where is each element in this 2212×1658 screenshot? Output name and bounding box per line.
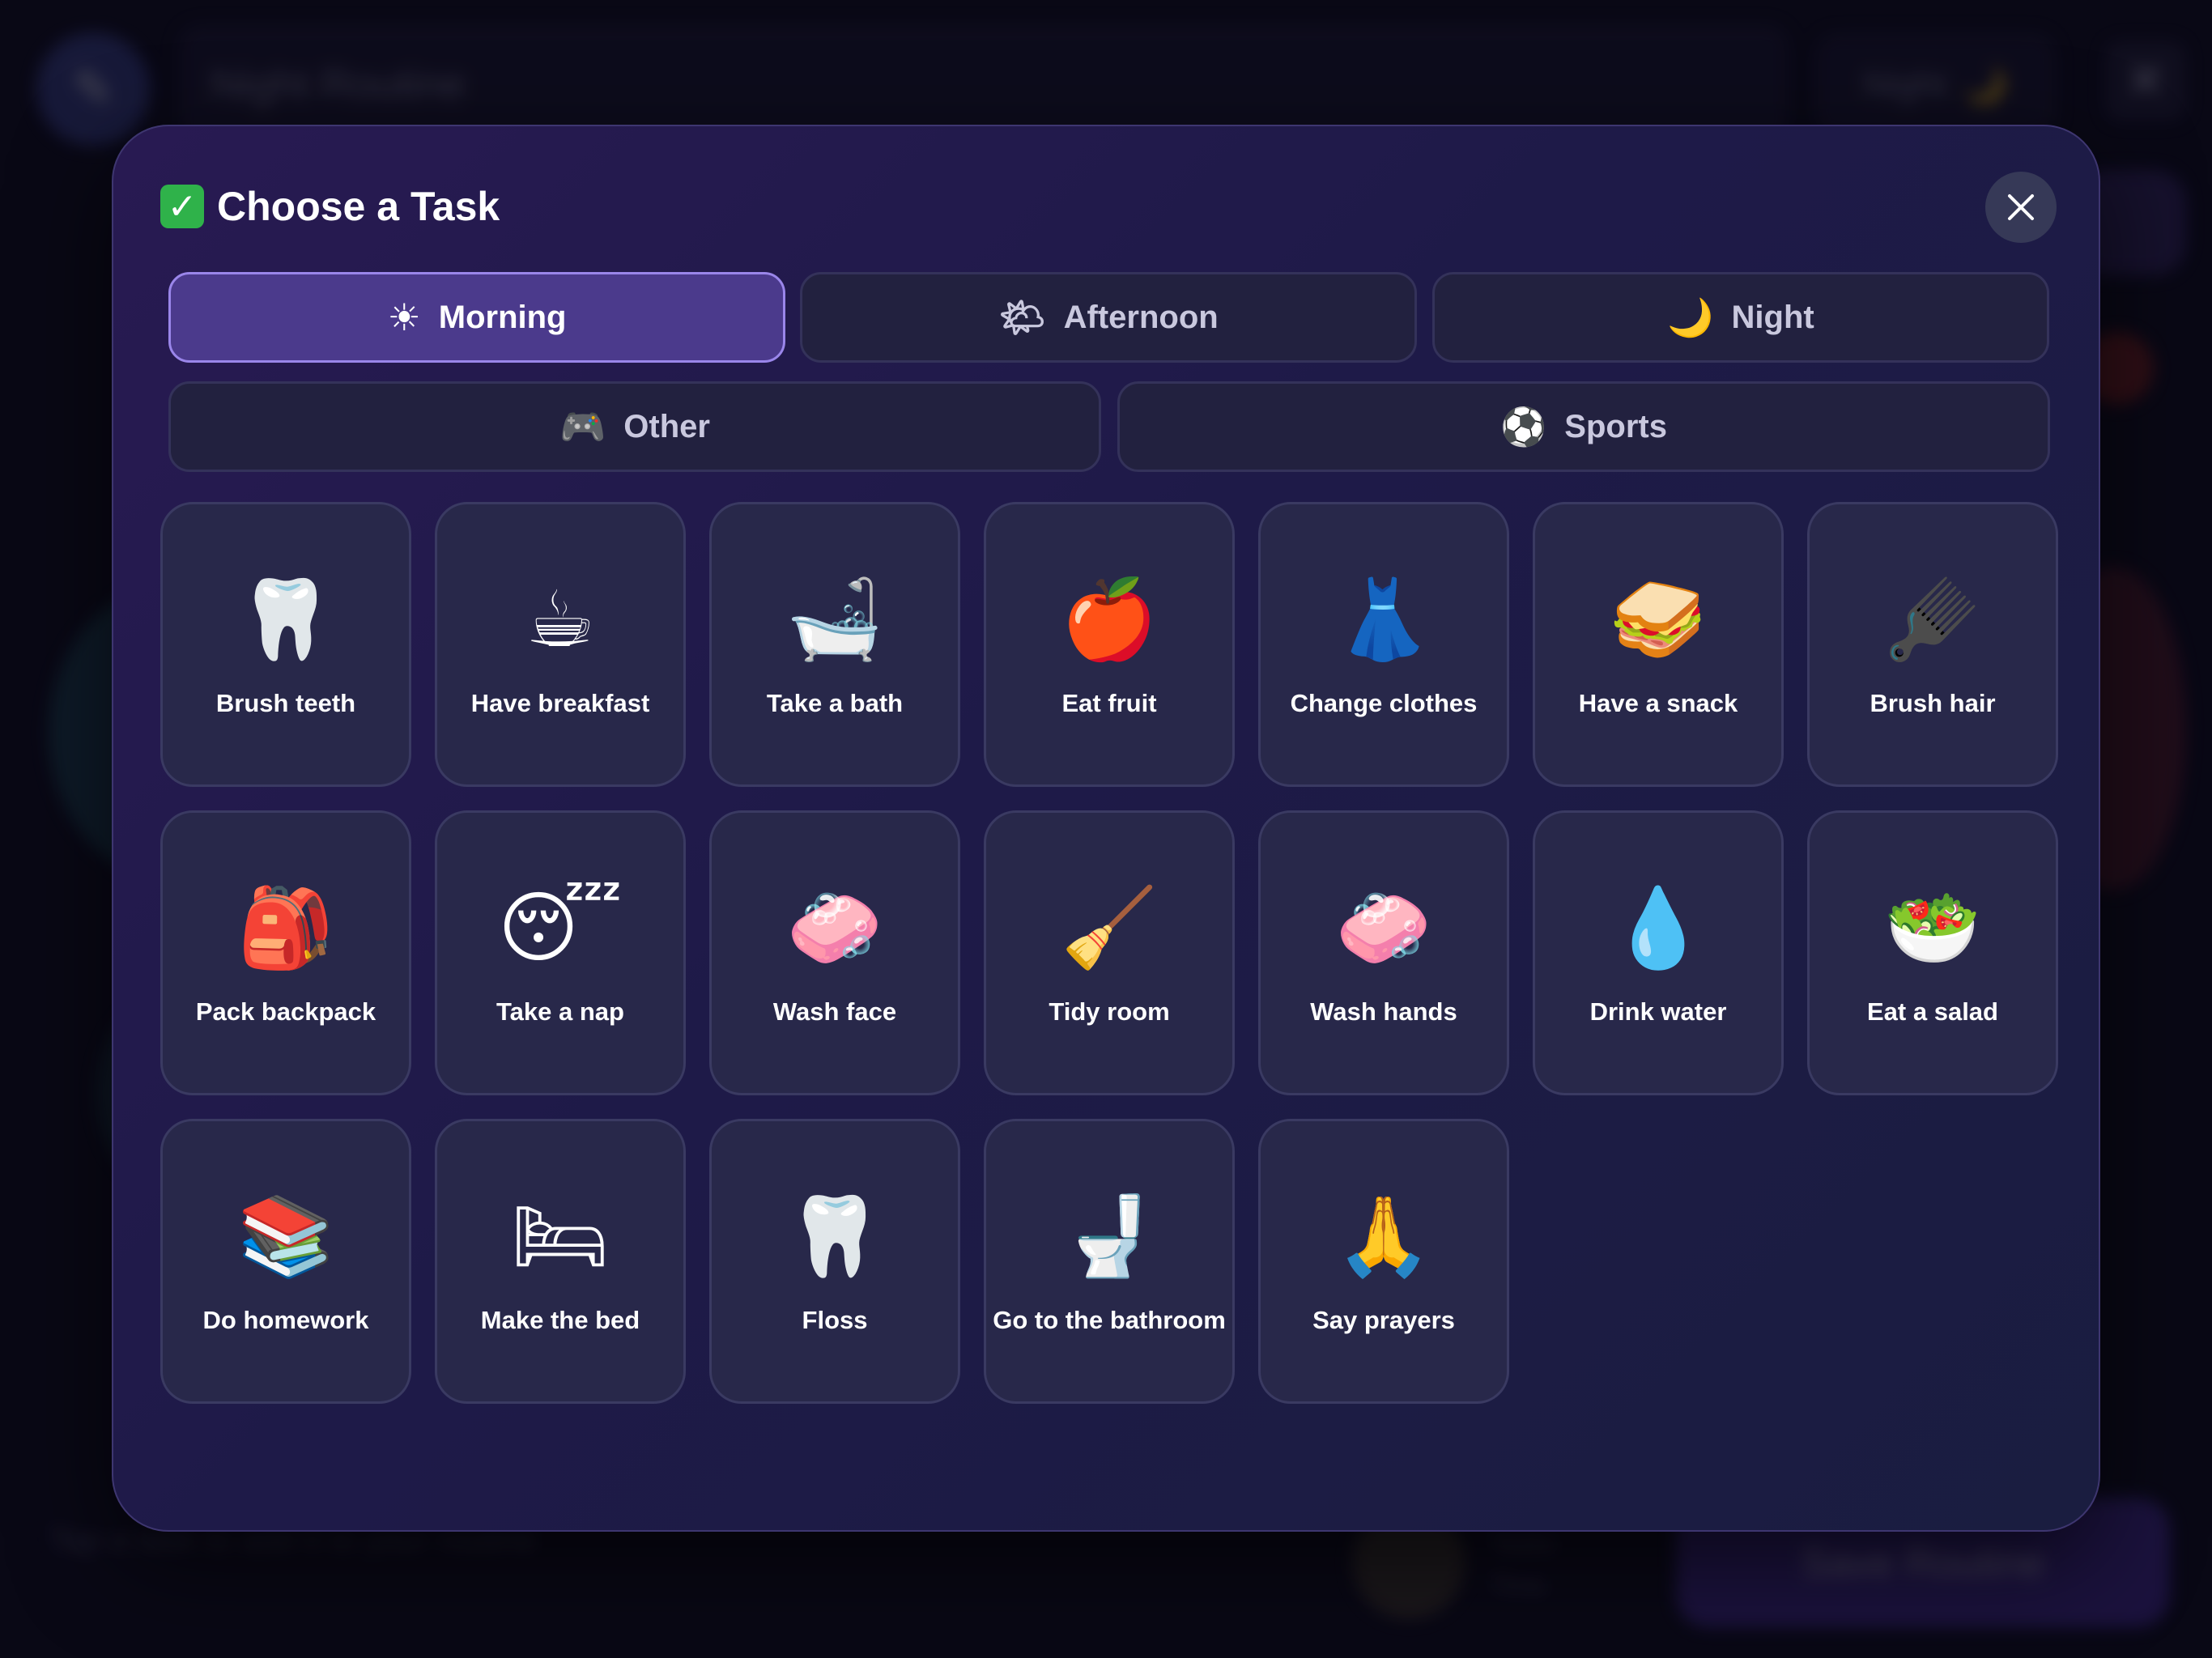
sandwich-icon: 🥪 (1610, 576, 1707, 663)
task-label: Brush teeth (215, 689, 356, 717)
soccer-ball-icon: ⚽ (1500, 406, 1547, 448)
bathtub-icon: 🛁 (786, 576, 883, 663)
broom-icon: 🧹 (1061, 885, 1158, 971)
toilet-icon: 🚽 (1061, 1193, 1158, 1280)
task-card-change-clothes[interactable]: 👗 Change clothes (1258, 502, 1509, 787)
tooth-icon: 🦷 (786, 1193, 883, 1280)
sleeping-face-icon: 😴 (498, 885, 623, 971)
tab-label: Morning (438, 299, 567, 335)
tooth-icon: 🦷 (237, 576, 334, 663)
task-card-have-breakfast[interactable]: ☕ Have breakfast (435, 502, 686, 787)
coffee-icon: ☕ (525, 576, 596, 663)
dress-icon: 👗 (1335, 576, 1432, 663)
task-label: Eat fruit (1061, 689, 1157, 717)
task-label: Tidy room (1049, 997, 1170, 1026)
tab-label: Other (623, 408, 710, 444)
task-label: Eat a salad (1867, 997, 1998, 1026)
task-card-brush-hair[interactable]: 🪮 Brush hair (1807, 502, 2058, 787)
task-card-floss[interactable]: 🦷 Floss (709, 1119, 960, 1404)
task-label: Do homework (202, 1306, 369, 1334)
backpack-icon: 🎒 (237, 885, 334, 971)
task-label: Make the bed (480, 1306, 640, 1334)
soap-icon: 🧼 (786, 885, 883, 971)
task-card-eat-fruit[interactable]: 🍎 Eat fruit (984, 502, 1235, 787)
tab-night[interactable]: 🌙 Night (1432, 272, 2049, 363)
books-icon: 📚 (237, 1193, 334, 1280)
sun-behind-cloud-icon: 🌤 (998, 296, 1046, 338)
salad-icon: 🥗 (1884, 885, 1981, 971)
hair-pick-icon: 🪮 (1884, 576, 1981, 663)
task-card-brush-teeth[interactable]: 🦷 Brush teeth (160, 502, 411, 787)
task-card-take-a-nap[interactable]: 😴 Take a nap (435, 810, 686, 1095)
task-label: Wash face (772, 997, 897, 1026)
apple-icon: 🍎 (1061, 576, 1158, 663)
tab-label: Night (1731, 299, 1814, 335)
task-label: Have breakfast (470, 689, 650, 717)
close-button[interactable] (1985, 172, 2057, 243)
folded-hands-icon: 🙏 (1335, 1193, 1432, 1280)
tab-morning[interactable]: ☀ Morning (168, 272, 785, 363)
task-label: Say prayers (1312, 1306, 1455, 1334)
task-card-eat-a-salad[interactable]: 🥗 Eat a salad (1807, 810, 2058, 1095)
modal-title: ✓ Choose a Task (160, 183, 500, 230)
task-label: Take a bath (766, 689, 904, 717)
sun-icon: ☀ (387, 296, 421, 338)
task-card-tidy-room[interactable]: 🧹 Tidy room (984, 810, 1235, 1095)
task-card-make-the-bed[interactable]: 🛏 Make the bed (435, 1119, 686, 1404)
gamepad-icon: 🎮 (559, 406, 606, 448)
task-card-have-a-snack[interactable]: 🥪 Have a snack (1533, 502, 1784, 787)
task-label: Brush hair (1870, 689, 1996, 717)
task-card-wash-hands[interactable]: 🧼 Wash hands (1258, 810, 1509, 1095)
tab-other[interactable]: 🎮 Other (168, 381, 1101, 472)
task-label: Floss (802, 1306, 868, 1334)
tab-label: Afternoon (1063, 299, 1219, 335)
task-label: Take a nap (496, 997, 624, 1026)
task-label: Have a snack (1578, 689, 1738, 717)
task-label: Change clothes (1290, 689, 1478, 717)
modal-title-text: Choose a Task (217, 184, 500, 229)
task-card-pack-backpack[interactable]: 🎒 Pack backpack (160, 810, 411, 1095)
task-label: Go to the bathroom (993, 1306, 1226, 1334)
task-card-do-homework[interactable]: 📚 Do homework (160, 1119, 411, 1404)
task-label: Pack backpack (195, 997, 376, 1026)
task-card-take-a-bath[interactable]: 🛁 Take a bath (709, 502, 960, 787)
task-card-drink-water[interactable]: 💧 Drink water (1533, 810, 1784, 1095)
choose-task-modal: ✓ Choose a Task ☀ Morning 🌤 Afternoon 🌙 Night… (112, 125, 2100, 1532)
crescent-moon-icon: 🌙 (1667, 296, 1714, 338)
close-icon (2008, 194, 2034, 220)
tab-label: Sports (1564, 408, 1667, 444)
task-card-wash-face[interactable]: 🧼 Wash face (709, 810, 960, 1095)
bed-icon: 🛏 (511, 1193, 610, 1280)
task-card-say-prayers[interactable]: 🙏 Say prayers (1258, 1119, 1509, 1404)
soap-icon: 🧼 (1335, 885, 1432, 971)
task-label: Wash hands (1310, 997, 1457, 1026)
tab-afternoon[interactable]: 🌤 Afternoon (800, 272, 1417, 363)
check-mark-button-icon: ✓ (160, 185, 204, 228)
droplet-icon: 💧 (1610, 885, 1707, 971)
task-label: Drink water (1589, 997, 1727, 1026)
tab-sports[interactable]: ⚽ Sports (1117, 381, 2050, 472)
task-card-go-to-the-bathroom[interactable]: 🚽 Go to the bathroom (984, 1119, 1235, 1404)
